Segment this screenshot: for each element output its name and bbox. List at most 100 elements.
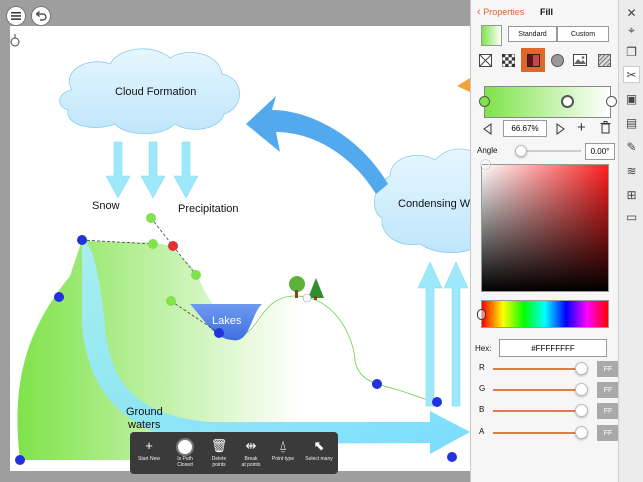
alpha-slider-track[interactable] bbox=[493, 432, 583, 434]
delete-points-label-2: points bbox=[212, 462, 226, 468]
panel-title: Fill bbox=[540, 7, 553, 17]
comment-icon: ▭ bbox=[625, 209, 638, 224]
gradient-stop-middle[interactable] bbox=[561, 95, 574, 108]
trash-icon: 🗑 bbox=[210, 438, 228, 453]
start-new-button[interactable]: + Start New bbox=[132, 436, 166, 472]
break-points-icon: ⇹ bbox=[245, 438, 257, 453]
break-at-points-button[interactable]: ⇹ Break at points bbox=[234, 436, 268, 472]
alpha-slider-knob[interactable] bbox=[575, 426, 588, 439]
document-button[interactable]: ▤ bbox=[623, 114, 640, 131]
add-stop-button[interactable]: + bbox=[577, 120, 591, 136]
is-path-closed-button[interactable]: Is Path Closed bbox=[168, 436, 202, 472]
linear-gradient-icon bbox=[526, 53, 540, 67]
evaporation-up-arrows bbox=[417, 261, 469, 407]
tab-custom[interactable]: Custom bbox=[557, 26, 609, 42]
point-type-button[interactable]: ⍙ Point type bbox=[266, 436, 300, 472]
green-slider-track[interactable] bbox=[493, 389, 583, 391]
select-many-button[interactable]: ⬉ Select many bbox=[302, 436, 336, 472]
red-value-button[interactable]: FF bbox=[597, 361, 619, 377]
color-picker-area[interactable] bbox=[481, 164, 609, 292]
hex-value-field[interactable]: #FFFFFFFF bbox=[499, 339, 607, 357]
alpha-value-button[interactable]: FF bbox=[597, 425, 619, 441]
condensing-water-label: Condensing Wa bbox=[398, 198, 476, 210]
back-label: Properties bbox=[483, 7, 525, 17]
stop-position-field[interactable]: 66.67% bbox=[503, 120, 547, 137]
hatch-icon bbox=[597, 53, 611, 67]
blue-value-button[interactable]: FF bbox=[597, 403, 619, 419]
radial-gradient-button[interactable] bbox=[548, 51, 566, 69]
hue-slider[interactable] bbox=[481, 300, 609, 328]
plus-icon: + bbox=[145, 438, 153, 453]
no-fill-icon bbox=[478, 53, 492, 67]
alpha-label: A bbox=[479, 427, 485, 436]
hatch-fill-button[interactable] bbox=[595, 51, 613, 69]
next-stop-button[interactable] bbox=[555, 122, 567, 136]
brush-icon: ✎ bbox=[626, 139, 637, 154]
image-icon: ▣ bbox=[625, 91, 638, 106]
precipitation-label: Precipitation bbox=[178, 203, 239, 215]
lakes-label: Lakes bbox=[212, 315, 242, 327]
snow-label: Snow bbox=[92, 200, 120, 212]
angle-slider-knob[interactable] bbox=[515, 145, 527, 157]
tab-standard[interactable]: Standard bbox=[508, 26, 557, 42]
color-picker-cursor[interactable] bbox=[481, 160, 490, 169]
back-properties-button[interactable]: ‹ Properties bbox=[477, 6, 524, 18]
delete-points-button[interactable]: 🗑 Delete points bbox=[202, 436, 236, 472]
undo-button[interactable] bbox=[31, 6, 51, 26]
diagram-page[interactable]: Cloud Formation Condensing Wa Snow Preci… bbox=[10, 26, 476, 471]
ground-waters-label-2: waters bbox=[128, 419, 161, 431]
closed-path-icon bbox=[168, 436, 202, 456]
point-type-icon: ⍙ bbox=[279, 438, 287, 453]
green-slider-row: G FF bbox=[479, 382, 619, 398]
green-slider-knob[interactable] bbox=[575, 383, 588, 396]
red-label: R bbox=[479, 363, 485, 372]
close-panel-button[interactable]: ✕ bbox=[623, 4, 640, 21]
blue-label: B bbox=[479, 405, 485, 414]
tools-button[interactable]: ✂ bbox=[623, 66, 640, 83]
red-slider-track[interactable] bbox=[493, 368, 583, 370]
comments-button[interactable]: ▭ bbox=[623, 208, 640, 225]
red-slider-knob[interactable] bbox=[575, 362, 588, 375]
trash-icon bbox=[600, 121, 611, 134]
image-icon bbox=[573, 54, 587, 66]
precipitation-arrows bbox=[105, 141, 199, 199]
layers-button[interactable]: ≋ bbox=[623, 162, 640, 179]
image-fill-button[interactable] bbox=[571, 51, 589, 69]
gallery-button[interactable]: ▣ bbox=[623, 90, 640, 107]
gradient-stop-end[interactable] bbox=[606, 96, 617, 107]
break-points-label-2: at points bbox=[241, 462, 261, 468]
hue-slider-knob[interactable] bbox=[477, 309, 486, 320]
blue-slider-track[interactable] bbox=[493, 410, 583, 412]
chevron-left-icon: ‹ bbox=[477, 6, 481, 18]
style-button[interactable]: ✎ bbox=[623, 138, 640, 155]
cloud-formation-label: Cloud Formation bbox=[115, 86, 197, 98]
plus-icon: + bbox=[577, 119, 586, 136]
gradient-stop-start[interactable] bbox=[479, 96, 490, 107]
alpha-slider-row: A FF bbox=[479, 425, 619, 441]
unpin-button[interactable]: ⌖ bbox=[623, 22, 640, 39]
no-fill-button[interactable] bbox=[476, 51, 494, 69]
red-slider-row: R FF bbox=[479, 361, 619, 377]
pattern-fill-button[interactable] bbox=[499, 51, 517, 69]
fill-properties-panel: ‹ Properties Fill Standard Custom 66.67%… bbox=[470, 0, 619, 482]
fill-preview-swatch[interactable] bbox=[481, 25, 502, 46]
right-tool-rail: ✕ ⌖ ❐ ✂ ▣ ▤ ✎ ≋ ⊞ ▭ bbox=[618, 0, 643, 482]
water-cycle-diagram[interactable] bbox=[10, 26, 470, 471]
radial-gradient-icon bbox=[550, 53, 564, 67]
blue-slider-knob[interactable] bbox=[575, 404, 588, 417]
checker-icon bbox=[501, 53, 515, 67]
gradient-editor-bar[interactable] bbox=[484, 86, 611, 118]
prev-stop-button[interactable] bbox=[483, 122, 495, 136]
hierarchy-button[interactable]: ⊞ bbox=[623, 186, 640, 203]
angle-value-field[interactable]: 0.00° bbox=[585, 143, 615, 160]
arrange-button[interactable]: ❐ bbox=[623, 43, 640, 60]
menu-button[interactable] bbox=[6, 6, 26, 26]
green-value-button[interactable]: FF bbox=[597, 382, 619, 398]
object-anchor-icon[interactable] bbox=[8, 34, 22, 48]
linear-gradient-button[interactable] bbox=[521, 48, 545, 72]
wrench-icon: ✂ bbox=[626, 67, 637, 82]
undo-icon bbox=[35, 11, 47, 21]
evaporation-arrow bbox=[246, 96, 388, 194]
delete-stop-button[interactable] bbox=[600, 121, 614, 137]
hex-label: Hex: bbox=[475, 344, 492, 353]
